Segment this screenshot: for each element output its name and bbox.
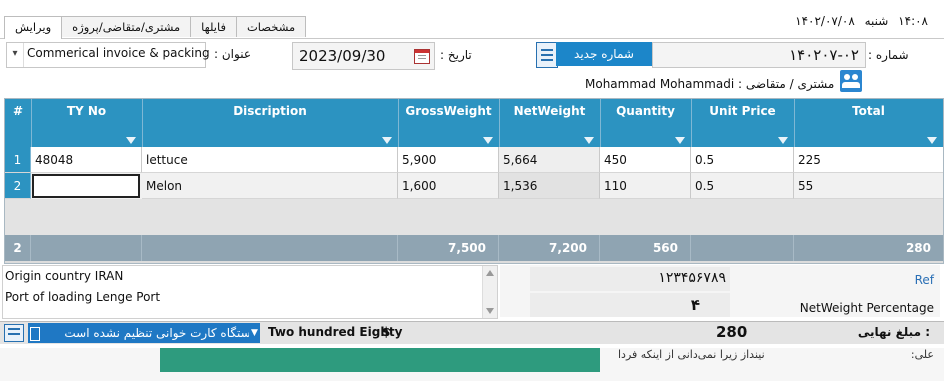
column-header-net-weight[interactable]: NetWeight [499, 99, 601, 147]
filter-icon[interactable] [584, 137, 594, 144]
calculator-icon[interactable] [4, 324, 24, 342]
new-number-button[interactable]: شماره جدید [556, 42, 652, 66]
footer-empty [691, 235, 794, 261]
netweight-percentage-label: NetWeight Percentage [799, 301, 934, 315]
clock-time: ۱۴:۰۸ [898, 14, 928, 28]
filter-icon[interactable] [778, 137, 788, 144]
row-number[interactable]: 1 [5, 147, 31, 173]
footer-empty [142, 235, 398, 261]
card-reader-status-text: دستگاه کارت خوانی تنظیم نشده است [64, 326, 256, 340]
table-row[interactable]: 2 Melon 1,600 1,536 110 0.5 55 [5, 173, 943, 199]
row-number[interactable]: 2 [5, 173, 31, 199]
column-header-unit-price[interactable]: Unit Price [691, 99, 795, 147]
notes-line: Port of loading Lenge Port [5, 290, 161, 304]
netweight-percentage-value: ۴ [690, 296, 700, 314]
footer-gross-weight: 7,500 [398, 235, 499, 261]
row-number-header: # [5, 99, 32, 147]
grid-empty-area [5, 199, 943, 235]
column-header-quantity[interactable]: Quantity [600, 99, 692, 147]
footer-count: 2 [5, 235, 31, 261]
tab-files[interactable]: فایلها [190, 16, 237, 37]
grid-header: # TY No Discription GrossWeight NetWeigh… [5, 99, 943, 147]
card-reader-icon [30, 327, 40, 341]
clock-date: ۱۴۰۲/۰۷/۰۸ [795, 14, 855, 28]
cell-gross-weight[interactable]: 5,900 [398, 147, 499, 173]
footer-total: 280 [905, 241, 931, 255]
status-bar: دستگاه کارت خوانی تنظیم نشده است ▼ Two h… [0, 321, 944, 344]
tab-customer-project[interactable]: مشتری/متقاضی/پروژه [61, 16, 192, 37]
footer-empty [31, 235, 142, 261]
filter-icon[interactable] [382, 137, 392, 144]
filter-icon[interactable] [126, 137, 136, 144]
chevron-down-icon[interactable]: ▼ [249, 323, 260, 343]
title-value: Commerical invoice & packing [27, 46, 210, 60]
cell-description[interactable]: Melon [142, 173, 398, 199]
customer-label: مشتری / متقاضی : [738, 77, 835, 91]
date-field[interactable]: 2023/09/30 [292, 42, 435, 70]
ref-value: ۱۲۳۴۵۶۷۸۹ [658, 270, 726, 286]
title-label: عنوان : [214, 47, 251, 61]
cell-net-weight[interactable]: 5,664 [499, 147, 600, 173]
background-label: علی: [910, 348, 934, 361]
ref-label: Ref [914, 273, 934, 287]
items-grid: # TY No Discription GrossWeight NetWeigh… [4, 98, 944, 264]
table-row[interactable]: 1 48048 lettuce 5,900 5,664 450 0.5 225 [5, 147, 943, 173]
filter-icon[interactable] [927, 137, 937, 144]
cell-unit-price[interactable]: 0.5 [691, 173, 794, 199]
calendar-icon[interactable] [414, 49, 430, 64]
number-settings-button[interactable] [536, 42, 558, 68]
cell-description[interactable]: lettuce [142, 147, 398, 173]
cell-quantity[interactable]: 450 [600, 147, 691, 173]
final-amount-label: : مبلغ نهایی [857, 325, 930, 339]
clock: ۱۴:۰۸ شنبه ۱۴۰۲/۰۷/۰۸ [789, 14, 928, 28]
card-reader-status[interactable]: دستگاه کارت خوانی تنظیم نشده است [28, 323, 260, 343]
column-header-description[interactable]: Discription [142, 99, 399, 147]
number-value: ۱۴۰۲۰۷-۰۲ [789, 46, 859, 64]
grid-footer: 2 7,500 7,200 560 280 [5, 235, 943, 261]
background-text: نینداز زیرا نمی‌دانی از اینکه فردا [618, 348, 765, 361]
footer-quantity: 560 [600, 235, 691, 261]
title-combo[interactable]: ▾ Commerical invoice & packing [6, 42, 210, 68]
notes-scrollbar[interactable] [482, 266, 497, 318]
ref-field[interactable]: ۱۲۳۴۵۶۷۸۹ [530, 267, 730, 291]
tab-specifications[interactable]: مشخصات [235, 16, 307, 37]
column-header-ty-no[interactable]: TY No [31, 99, 143, 147]
cell-ty-no[interactable]: 48048 [31, 147, 142, 173]
netweight-percentage-field[interactable]: ۴ [530, 293, 730, 317]
notes-textarea[interactable]: Origin country IRAN Port of loading Leng… [2, 265, 498, 319]
customer-name: Mohammad Mohammadi [585, 77, 735, 91]
details-panel: ۱۲۳۴۵۶۷۸۹ Ref ۴ NetWeight Percentage [500, 265, 940, 317]
cell-quantity[interactable]: 110 [600, 173, 691, 199]
date-label: تاریخ : [440, 48, 472, 62]
column-header-gross-weight[interactable]: GrossWeight [398, 99, 500, 147]
number-field[interactable]: ۱۴۰۲۰۷-۰۲ [652, 42, 866, 68]
date-value: 2023/09/30 [299, 47, 386, 65]
currency-symbol: $ [382, 325, 391, 339]
torn-edge [0, 344, 944, 348]
tab-bar: ویرایش مشتری/متقاضی/پروژه فایلها مشخصات [4, 16, 307, 39]
filter-icon[interactable] [483, 137, 493, 144]
tab-edit[interactable]: ویرایش [4, 16, 63, 39]
column-header-total[interactable]: Total [794, 99, 943, 147]
notes-line: Origin country IRAN [5, 269, 124, 283]
customer-icon[interactable] [840, 70, 862, 92]
filter-icon[interactable] [675, 137, 685, 144]
number-label: شماره : [868, 48, 909, 62]
clock-day: شنبه [864, 14, 889, 28]
footer-net-weight: 7,200 [499, 235, 600, 261]
cell-total[interactable]: 225 [794, 147, 943, 173]
background-banner [160, 344, 600, 372]
cell-total[interactable]: 55 [794, 173, 943, 199]
cell-ty-no[interactable] [32, 174, 140, 198]
cell-gross-weight[interactable]: 1,600 [398, 173, 499, 199]
chevron-down-icon[interactable]: ▾ [7, 43, 24, 67]
cell-unit-price[interactable]: 0.5 [691, 147, 794, 173]
cell-net-weight[interactable]: 1,536 [499, 173, 600, 199]
final-amount: 280 [716, 323, 748, 341]
